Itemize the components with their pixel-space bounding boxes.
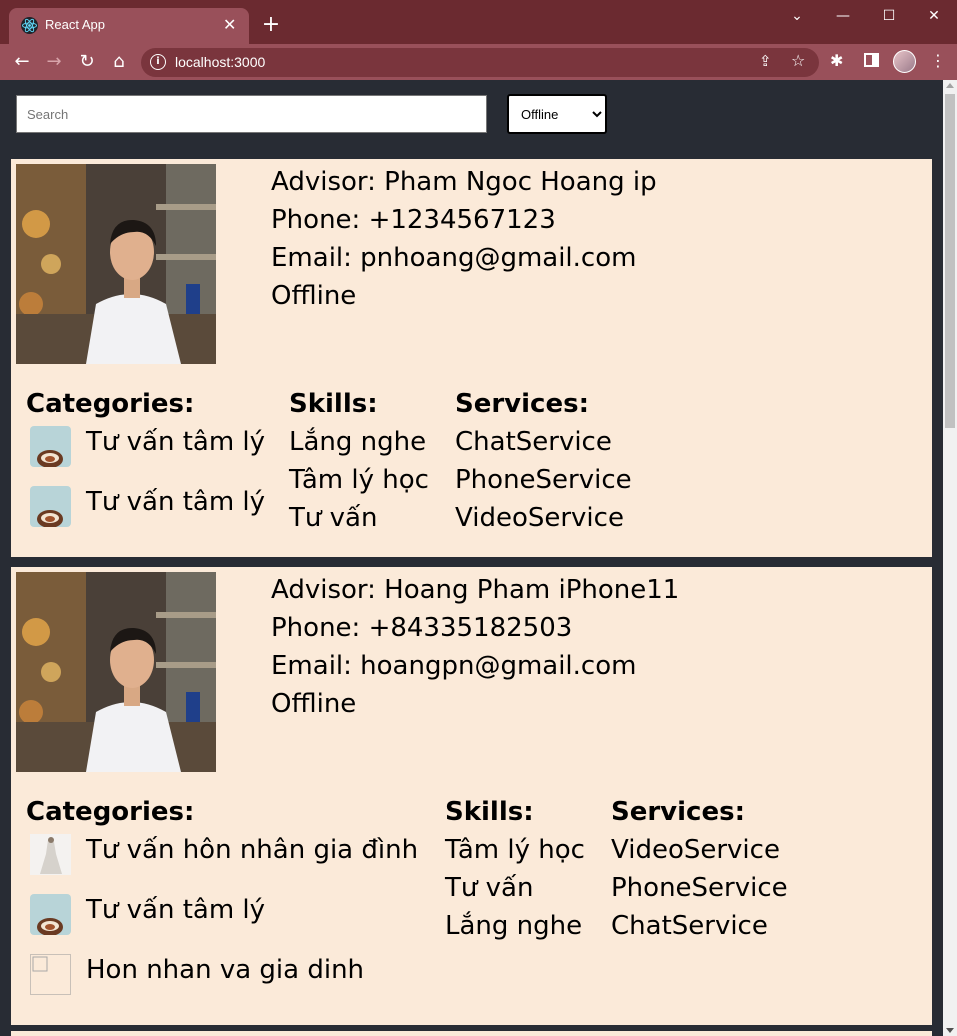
- share-icon[interactable]: ⇪: [759, 52, 772, 70]
- bookmark-star-icon[interactable]: ☆: [791, 51, 805, 70]
- skill-item: Tư vấn: [289, 503, 378, 533]
- kebab-menu-icon[interactable]: ⋮: [930, 51, 946, 70]
- forward-arrow-icon[interactable]: →: [42, 50, 66, 74]
- services-column: Services: VideoService PhoneService Chat…: [611, 793, 788, 945]
- address-bar[interactable]: i localhost:3000 ⇪ ☆: [141, 48, 819, 77]
- category-label: Tư vấn hôn nhân gia đình: [86, 835, 419, 865]
- skills-column: Skills: Lắng nghe Tâm lý học Tư vấn: [289, 385, 429, 537]
- page-viewport: Offline Advisor: Pham Ngoc Ho: [0, 80, 943, 1036]
- service-item: ChatService: [611, 911, 768, 941]
- profile-avatar[interactable]: [893, 50, 916, 73]
- category-label: Tư vấn tâm lý: [86, 487, 266, 517]
- service-item: ChatService: [455, 427, 612, 457]
- advisor-email: Email: hoangpn@gmail.com: [271, 651, 637, 681]
- skill-item: Tư vấn: [445, 873, 534, 903]
- close-tab-icon[interactable]: ✕: [223, 15, 236, 35]
- scroll-down-arrow-icon[interactable]: [946, 1028, 954, 1033]
- maximize-icon[interactable]: ☐: [866, 5, 912, 27]
- broken-image-icon: [30, 954, 71, 995]
- extensions-puzzle-icon[interactable]: ✱: [830, 51, 843, 70]
- window-close-icon[interactable]: ✕: [911, 5, 957, 27]
- advisor-info: Advisor: Pham Ngoc Hoang ip Phone: +1234…: [271, 163, 657, 315]
- skills-heading: Skills:: [289, 389, 378, 419]
- scroll-up-arrow-icon[interactable]: [946, 83, 954, 88]
- coffee-cup-thumbnail: [30, 486, 71, 527]
- status-filter-select[interactable]: Offline: [507, 94, 607, 134]
- service-item: PhoneService: [611, 873, 788, 903]
- category-label: Tư vấn tâm lý: [86, 895, 266, 925]
- advisor-status: Offline: [271, 281, 357, 311]
- category-item: Tư vấn tâm lý: [26, 891, 265, 951]
- categories-heading: Categories:: [26, 797, 195, 827]
- reload-icon[interactable]: ↻: [75, 50, 99, 74]
- coffee-cup-thumbnail: [30, 426, 71, 467]
- advisor-name: Advisor: Pham Ngoc Hoang ip: [271, 167, 657, 197]
- services-heading: Services:: [455, 389, 589, 419]
- categories-column: Categories: Tư vấn hôn nhân gia đình Tư …: [26, 793, 418, 1011]
- side-panel-icon[interactable]: [864, 53, 879, 67]
- skills-column: Skills: Tâm lý học Tư vấn Lắng nghe: [445, 793, 585, 945]
- services-heading: Services:: [611, 797, 745, 827]
- advisor-phone: Phone: +1234567123: [271, 205, 556, 235]
- tab-title: React App: [45, 17, 105, 32]
- advisor-photo: [16, 164, 216, 364]
- service-item: PhoneService: [455, 465, 632, 495]
- category-item: Tư vấn tâm lý: [26, 423, 265, 483]
- advisor-name: Advisor: Hoang Pham iPhone11: [271, 575, 680, 605]
- scroll-thumb[interactable]: [945, 94, 955, 428]
- tab-search-chevron-icon[interactable]: ⌄: [774, 5, 820, 27]
- skill-item: Tâm lý học: [289, 465, 429, 495]
- categories-column: Categories: Tư vấn tâm lý Tư vấn tâm lý: [26, 385, 265, 543]
- service-item: VideoService: [455, 503, 624, 533]
- categories-heading: Categories:: [26, 389, 195, 419]
- skill-item: Tâm lý học: [445, 835, 585, 865]
- wedding-dress-thumbnail: [30, 834, 71, 875]
- site-info-icon[interactable]: i: [150, 54, 166, 70]
- browser-tab[interactable]: React App ✕: [9, 8, 249, 44]
- advisor-phone: Phone: +84335182503: [271, 613, 573, 643]
- page-scrollbar[interactable]: [943, 80, 957, 1036]
- skill-item: Lắng nghe: [289, 427, 427, 457]
- url-text: localhost:3000: [175, 54, 266, 70]
- react-logo-icon: [21, 17, 38, 34]
- skills-heading: Skills:: [445, 797, 534, 827]
- advisor-info: Advisor: Hoang Pham iPhone11 Phone: +843…: [271, 571, 679, 723]
- back-arrow-icon[interactable]: ←: [10, 50, 34, 74]
- coffee-cup-thumbnail: [30, 894, 71, 935]
- advisor-photo: [16, 572, 216, 772]
- category-label: Tư vấn tâm lý: [86, 427, 266, 457]
- browser-toolbar: ← → ↻ ⌂ i localhost:3000 ⇪ ☆ ✱ ⋮: [0, 44, 957, 80]
- category-item: Tư vấn hôn nhân gia đình: [26, 831, 418, 891]
- advisor-email: Email: pnhoang@gmail.com: [271, 243, 637, 273]
- category-label: Hon nhan va gia dinh: [86, 955, 365, 985]
- browser-titlebar: React App ✕ + ⌄ — ☐ ✕: [0, 0, 957, 44]
- service-item: VideoService: [611, 835, 780, 865]
- category-item: Tư vấn tâm lý: [26, 483, 265, 543]
- new-tab-icon[interactable]: +: [259, 12, 283, 38]
- category-item: Hon nhan va gia dinh: [26, 951, 364, 1011]
- home-icon[interactable]: ⌂: [107, 50, 131, 74]
- search-input[interactable]: [16, 95, 487, 133]
- advisor-status: Offline: [271, 689, 357, 719]
- advisor-card: Advisor: Hoang Pham iPhone11 Phone: +843…: [11, 567, 932, 1025]
- minimize-icon[interactable]: —: [820, 5, 866, 27]
- skill-item: Lắng nghe: [445, 911, 583, 941]
- advisor-card: [11, 1031, 932, 1036]
- services-column: Services: ChatService PhoneService Video…: [455, 385, 632, 537]
- advisor-card: Advisor: Pham Ngoc Hoang ip Phone: +1234…: [11, 159, 932, 557]
